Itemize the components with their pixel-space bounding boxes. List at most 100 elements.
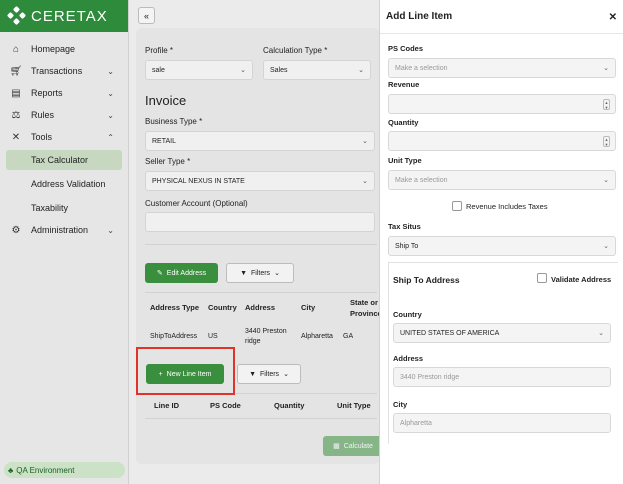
- revenue-input[interactable]: ▲ ▼: [388, 94, 616, 114]
- tax-situs-label: Tax Situs: [388, 222, 421, 231]
- panel-title: Add Line Item: [386, 11, 453, 22]
- seller-type-label: Seller Type *: [145, 157, 191, 166]
- environment-icon: ♣: [8, 465, 14, 475]
- sidebar-item-label: Rules: [31, 110, 55, 120]
- environment-label: QA Environment: [16, 465, 75, 475]
- chevron-up-icon: ⌃: [107, 132, 114, 142]
- chevron-down-icon: ⌄: [603, 243, 609, 250]
- sidebar-item-label: Homepage: [31, 44, 76, 54]
- calc-type-select[interactable]: Sales ⌄: [263, 60, 371, 80]
- country-label: Country: [393, 310, 422, 319]
- invoice-heading: Invoice: [145, 93, 187, 108]
- address-input[interactable]: 3440 Preston ridge: [393, 367, 611, 387]
- chevron-down-icon: ⌄: [362, 178, 368, 185]
- edit-icon: ✎: [156, 270, 163, 277]
- city-label: City: [393, 400, 408, 409]
- address-filters-button[interactable]: ▼ Filters ⌄: [226, 263, 294, 283]
- line-table-bottom-border: [145, 418, 377, 419]
- cart-icon: 🛒︎: [9, 65, 23, 77]
- country-value: UNITED STATES OF AMERICA: [400, 329, 500, 337]
- quantity-label: Quantity: [388, 118, 419, 127]
- brand-logo[interactable]: CERETAX: [0, 0, 128, 32]
- chevron-down-icon: ⌄: [358, 67, 364, 74]
- profile-select[interactable]: sale ⌄: [145, 60, 253, 80]
- collapse-sidebar-button[interactable]: «: [138, 7, 155, 24]
- address-col-state: State or Province: [350, 298, 380, 318]
- chevron-down-icon: ⌄: [240, 67, 246, 74]
- sidebar-subitem-tax-calculator[interactable]: Tax Calculator: [6, 150, 122, 170]
- tax-situs-value: Ship To: [395, 242, 419, 250]
- quantity-input[interactable]: ▲ ▼: [388, 131, 616, 151]
- rules-icon: ⚖︎: [11, 109, 21, 121]
- table-top-border: [145, 292, 377, 293]
- home-icon: ⌂: [12, 43, 20, 55]
- unit-type-label: Unit Type: [388, 156, 422, 165]
- line-col-ps-code: PS Code: [210, 401, 241, 410]
- sidebar-item-homepage[interactable]: ⌂ Homepage: [0, 38, 128, 60]
- highlight-box: [136, 347, 235, 395]
- chevron-down-icon: ⌄: [283, 371, 289, 378]
- chevron-down-icon: ⌄: [107, 110, 114, 120]
- revenue-includes-taxes-checkbox[interactable]: [452, 201, 462, 211]
- edit-address-label: Edit Address: [166, 269, 207, 277]
- seller-type-select[interactable]: PHYSICAL NEXUS IN STATE ⌄: [145, 171, 375, 191]
- brand-name: CERETAX: [31, 7, 108, 25]
- filters-label: Filters: [251, 269, 271, 277]
- sidebar-item-tools[interactable]: ✕ Tools ⌃: [0, 126, 128, 148]
- tax-situs-select[interactable]: Ship To ⌄: [388, 236, 616, 256]
- number-spinner-icon[interactable]: ▲ ▼: [603, 99, 610, 110]
- address-col-country: Country: [208, 303, 237, 312]
- validate-address-label: Validate Address: [551, 275, 612, 284]
- sidebar-item-transactions[interactable]: 🛒︎ Transactions ⌄: [0, 60, 128, 82]
- city-placeholder: Alpharetta: [400, 419, 432, 427]
- edit-address-button[interactable]: ✎ Edit Address: [145, 263, 218, 283]
- sidebar-item-label: Tools: [31, 132, 53, 142]
- number-spinner-icon[interactable]: ▲ ▼: [603, 136, 610, 147]
- unit-type-placeholder: Make a selection: [395, 176, 448, 184]
- divider: [145, 244, 377, 245]
- calc-type-value: Sales: [270, 66, 288, 74]
- validate-address-checkbox[interactable]: [537, 273, 547, 283]
- add-line-item-panel: Add Line Item ✕ PS Codes Make a selectio…: [379, 0, 623, 484]
- customer-account-input[interactable]: [145, 212, 375, 232]
- revenue-label: Revenue: [388, 80, 420, 89]
- unit-type-select[interactable]: Make a selection ⌄: [388, 170, 616, 190]
- sidebar-item-rules[interactable]: ⚖︎ Rules ⌄: [0, 104, 128, 126]
- close-icon[interactable]: ✕: [609, 12, 617, 23]
- address-cell-country: US: [208, 333, 218, 340]
- filter-icon: ▼: [240, 269, 247, 277]
- sidebar-subitem-taxability[interactable]: Taxability: [0, 197, 128, 219]
- sidebar-item-administration[interactable]: ⚙︎ Administration ⌄: [0, 219, 128, 241]
- sidebar: CERETAX ⌂ Homepage 🛒︎ Transactions ⌄ ▤ R…: [0, 0, 129, 484]
- address-cell-city: Alpharetta: [301, 333, 333, 340]
- address-placeholder: 3440 Preston ridge: [400, 373, 460, 381]
- ps-codes-label: PS Codes: [388, 44, 424, 53]
- revenue-includes-taxes-label: Revenue Includes Taxes: [466, 202, 548, 211]
- sidebar-item-label: Transactions: [31, 66, 83, 76]
- double-chevron-left-icon: «: [143, 10, 149, 21]
- environment-badge: ♣ QA Environment: [4, 462, 125, 478]
- line-filters-button[interactable]: ▼ Filters ⌄: [237, 364, 301, 384]
- chevron-down-icon: ⌄: [603, 65, 609, 72]
- ps-codes-select[interactable]: Make a selection ⌄: [388, 58, 616, 78]
- admin-users-icon: ⚙︎: [11, 224, 21, 236]
- business-type-value: RETAIL: [152, 137, 176, 145]
- address-cell-state: GA: [343, 333, 354, 340]
- line-col-id: Line ID: [154, 401, 180, 410]
- sidebar-nav: ⌂ Homepage 🛒︎ Transactions ⌄ ▤ Reports ⌄…: [0, 32, 128, 241]
- country-select[interactable]: UNITED STATES OF AMERICA ⌄: [393, 323, 611, 343]
- calculate-label: Calculate: [343, 442, 373, 450]
- address-label: Address: [393, 354, 424, 363]
- chevron-down-icon: ⌄: [107, 88, 114, 98]
- city-input[interactable]: Alpharetta: [393, 413, 611, 433]
- sidebar-subitem-address-validation[interactable]: Address Validation: [0, 173, 128, 195]
- sidebar-item-reports[interactable]: ▤ Reports ⌄: [0, 82, 128, 104]
- chevron-down-icon: ⌄: [603, 177, 609, 184]
- address-col-address: Address: [245, 303, 276, 312]
- ceretax-logo-icon: [6, 5, 27, 26]
- calculate-button[interactable]: ▦ Calculate: [323, 436, 380, 456]
- address-col-city: City: [301, 303, 316, 312]
- business-type-label: Business Type *: [145, 117, 203, 126]
- line-col-unit-type: Unit Type: [337, 401, 371, 410]
- business-type-select[interactable]: RETAIL ⌄: [145, 131, 375, 151]
